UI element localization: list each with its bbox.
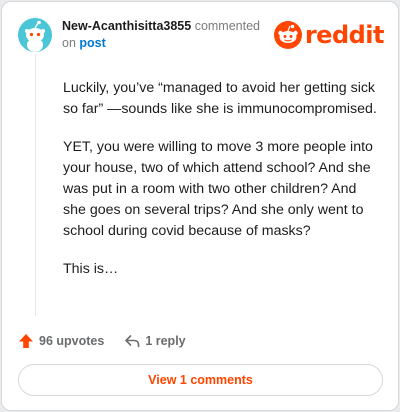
username-link[interactable]: New-Acanthisitta3855 [62,19,191,33]
view-comments-button[interactable]: View 1 comments [18,364,383,396]
upvote-count: 96 upvotes [39,334,105,348]
comment-paragraph: Luckily, you’ve “managed to avoid her ge… [63,80,377,117]
upvote-button[interactable]: 96 upvotes [18,333,104,349]
user-avatar[interactable] [18,18,52,52]
snoo-avatar-icon [18,18,52,52]
commented-text: commented [191,19,260,33]
reply-count: 1 reply [145,334,186,348]
on-text: on [62,36,80,50]
reply-arrow-icon [125,335,140,348]
reddit-wordmark: reddit [304,21,385,49]
comment-paragraph: This is… [63,261,119,277]
comment-meta: New-Acanthisitta3855 commented on post [62,18,272,52]
reddit-snoo-icon [273,21,302,49]
thread-line[interactable] [35,54,36,316]
reddit-logo[interactable]: reddit [273,20,385,50]
post-link[interactable]: post [79,36,105,50]
comment-body: Luckily, you’ve “managed to avoid her ge… [63,78,383,297]
comment-header: New-Acanthisitta3855 commented on post r… [18,16,385,56]
upvote-arrow-icon [19,334,33,348]
comment-card: New-Acanthisitta3855 commented on post r… [1,1,399,411]
comment-actions: 96 upvotes 1 reply [18,331,186,351]
reply-button[interactable]: 1 reply [124,334,186,348]
comment-paragraph: YET, you were willing to move 3 more peo… [63,139,373,239]
